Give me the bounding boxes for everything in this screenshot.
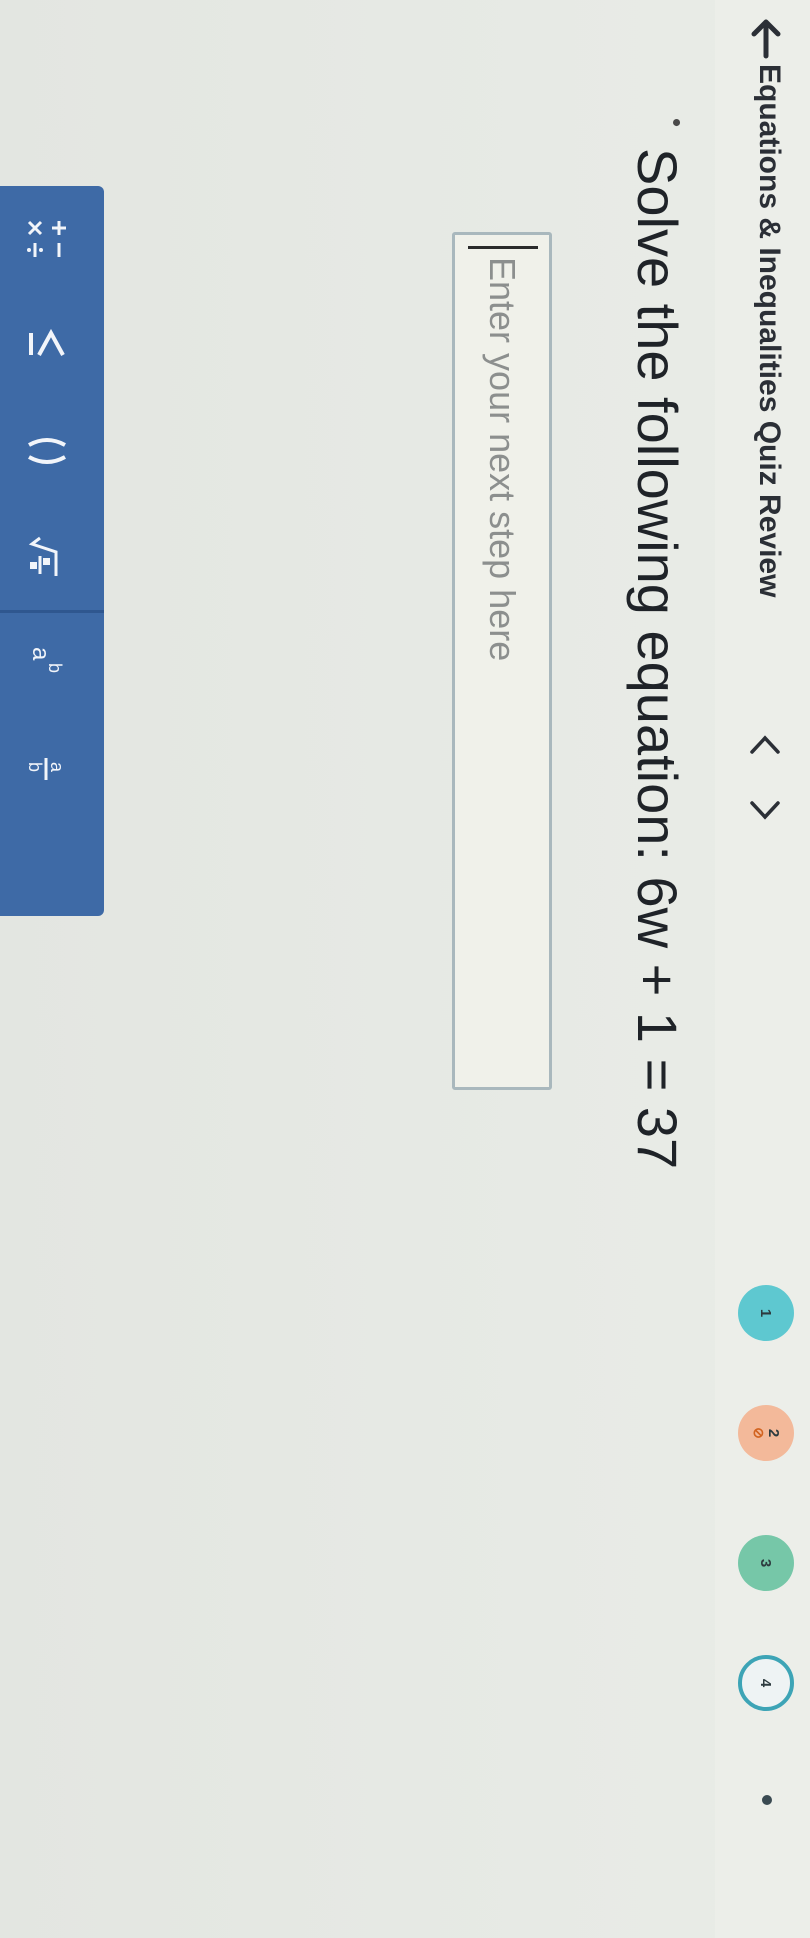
more-steps-dot-icon <box>762 1795 772 1805</box>
previous-chevron-icon[interactable] <box>748 730 782 760</box>
parentheses-button[interactable] <box>0 398 104 504</box>
step-indicator-2[interactable]: 2 ⊘ <box>738 1405 794 1461</box>
app-screen: Equations & Inequalities Quiz Review 1 2… <box>0 0 810 1938</box>
back-arrow-icon[interactable] <box>748 16 784 60</box>
plus-minus-times-divide-icon <box>27 220 66 257</box>
text-cursor <box>468 246 538 249</box>
step-indicator-1[interactable]: 1 <box>738 1285 794 1341</box>
step-indicator-3[interactable]: 3 <box>738 1535 794 1591</box>
comparison-button[interactable] <box>0 292 104 398</box>
fraction-square-root-icon <box>28 536 58 576</box>
step-number: 4 <box>757 1678 775 1688</box>
fraction-icon: a b <box>25 758 67 780</box>
step-number: 2 <box>765 1428 782 1438</box>
step-indicator-4[interactable]: 4 <box>738 1655 794 1711</box>
step-number: 1 <box>757 1308 775 1318</box>
exponent-button[interactable]: a b <box>0 610 104 716</box>
next-chevron-icon[interactable] <box>748 795 782 825</box>
svg-text:b: b <box>25 762 45 772</box>
exponent-icon: a b <box>27 647 65 673</box>
page-title: Equations & Inequalities Quiz Review <box>753 64 786 598</box>
step-number: 3 <box>757 1558 775 1568</box>
less-greater-equal-icon <box>29 328 65 356</box>
fraction-button[interactable]: a b <box>0 716 104 822</box>
operators-button[interactable] <box>0 186 104 292</box>
top-bar: Equations & Inequalities Quiz Review 1 2… <box>715 0 810 1938</box>
svg-text:b: b <box>45 663 65 673</box>
math-toolbar: a b a b <box>0 186 104 916</box>
svg-text:a: a <box>47 762 67 773</box>
incorrect-mark-icon: ⊘ <box>751 1427 767 1439</box>
parentheses-icon <box>28 438 66 464</box>
roots-button[interactable] <box>0 504 104 610</box>
question-prompt: Solve the following equation: 6w + 1 = 3… <box>626 148 689 1170</box>
svg-text:a: a <box>27 647 54 661</box>
answer-input[interactable] <box>452 232 552 1090</box>
bullet-icon: • <box>662 118 692 128</box>
